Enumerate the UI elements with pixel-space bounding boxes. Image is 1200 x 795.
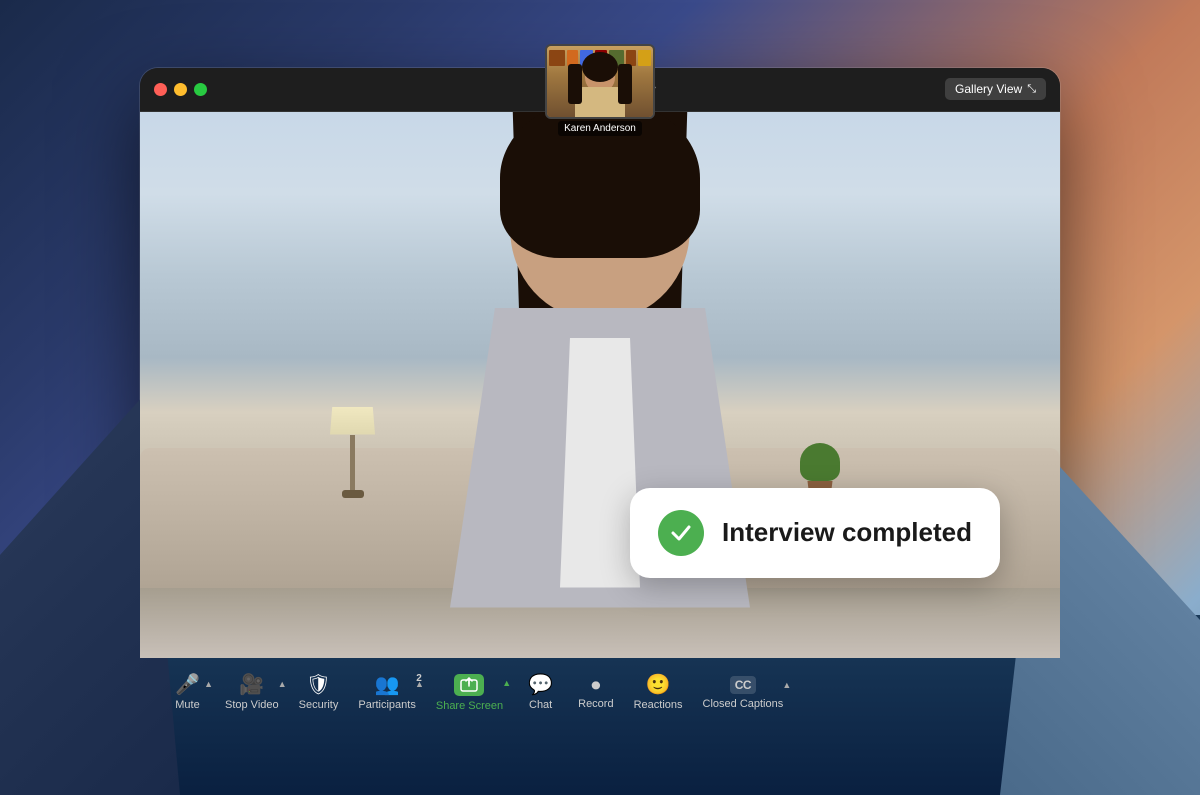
minimize-button[interactable] (174, 83, 187, 96)
interview-completed-text: Interview completed (722, 517, 972, 548)
closed-captions-chevron-icon: ▲ (782, 680, 791, 690)
closed-captions-label: Closed Captions (703, 698, 784, 710)
participants-chevron-icon: ▲ (415, 679, 424, 689)
gallery-view-label: Gallery View (955, 82, 1022, 96)
toolbar-share-screen[interactable]: Share Screen ▲ (426, 670, 513, 716)
interview-completed-overlay: Interview completed (630, 488, 1000, 578)
main-video-area: Interview completed (140, 112, 1060, 658)
stop-video-label: Stop Video (225, 699, 279, 711)
record-icon: ⏺ (591, 676, 600, 694)
stop-video-chevron-icon: ▲ (278, 679, 287, 689)
camera-icon: 🎥 (239, 675, 264, 695)
cc-icon: CC (730, 676, 756, 694)
toolbar-mute[interactable]: 🎤 Mute ▲ (160, 671, 215, 715)
gallery-view-button[interactable]: Gallery View ⤡ (945, 78, 1046, 100)
thumbnail-video (545, 68, 655, 120)
check-circle-icon (658, 510, 704, 556)
toolbar-stop-video[interactable]: 🎥 Stop Video ▲ (215, 671, 289, 715)
maximize-button[interactable] (194, 83, 207, 96)
mute-label: Mute (175, 699, 199, 711)
mute-chevron-icon: ▲ (204, 679, 213, 689)
security-label: Security (299, 699, 339, 711)
participants-icon: 👥 (375, 675, 400, 695)
toolbar-reactions[interactable]: 🙂 Reactions (624, 671, 693, 715)
chat-label: Chat (529, 699, 552, 711)
participant-name-label: Karen Anderson (558, 121, 642, 136)
traffic-lights (154, 83, 207, 96)
chat-icon: 💬 (528, 675, 553, 695)
record-label: Record (578, 698, 613, 710)
shield-icon: 🛡 (306, 675, 331, 695)
toolbar-security[interactable]: 🛡 Security (289, 671, 349, 715)
participants-label: Participants (358, 699, 415, 711)
checkmark-svg (668, 520, 694, 546)
toolbar-chat[interactable]: 💬 Chat (513, 671, 568, 715)
zoom-window: 🔒 Zoom Meeting ▾ Gallery View ⤡ (140, 68, 1060, 728)
expand-icon: ⤡ (1027, 83, 1036, 96)
participant-thumbnail: Karen Anderson (545, 68, 655, 137)
share-screen-label: Share Screen (436, 700, 503, 712)
microphone-icon: 🎤 (175, 675, 200, 695)
toolbar-participants[interactable]: 👥 Participants 2 ▲ (348, 671, 425, 715)
share-screen-icon (460, 677, 478, 693)
reactions-label: Reactions (634, 699, 683, 711)
reactions-icon: 🙂 (646, 675, 671, 695)
share-screen-chevron-icon: ▲ (502, 678, 511, 688)
close-button[interactable] (154, 83, 167, 96)
toolbar-record[interactable]: ⏺ Record (568, 672, 623, 714)
share-screen-icon-bg (454, 674, 484, 696)
toolbar-closed-captions[interactable]: CC Closed Captions ▲ (693, 672, 794, 714)
